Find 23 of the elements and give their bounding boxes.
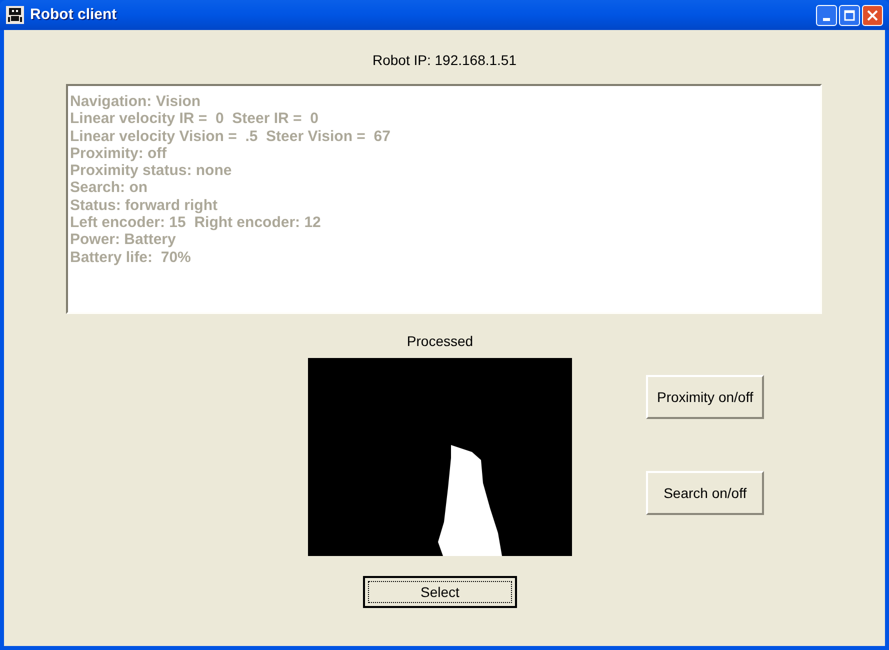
minimize-button[interactable] — [816, 4, 837, 26]
toggle-button[interactable]: Search on/off — [646, 471, 764, 515]
status-line: Linear velocity IR = 0 Steer IR = 0 — [70, 110, 320, 128]
status-line: Search: on — [70, 179, 149, 197]
status-line: Battery life: 70% — [70, 248, 192, 266]
minimize-icon — [823, 18, 830, 20]
status-line: Navigation: Vision — [70, 93, 202, 110]
select-button[interactable]: Select — [363, 576, 517, 608]
status-line: Power: Battery — [70, 231, 177, 249]
maximize-button[interactable] — [839, 4, 860, 26]
ip-label: Robot IP: 192.168.1.51 — [372, 51, 516, 70]
close-button[interactable] — [862, 4, 883, 26]
toggle-button[interactable]: Proximity on/off — [646, 375, 764, 419]
robot-icon — [6, 6, 24, 24]
status-line: Proximity: off — [70, 144, 168, 162]
status-line: Linear velocity Vision = .5 Steer Vision = 67 — [70, 128, 392, 145]
close-icon — [867, 10, 878, 20]
status-line: Left encoder: 15 Right encoder: 12 — [70, 214, 322, 232]
status-line: Proximity status: none — [70, 162, 233, 180]
status-line: Status: forward right — [70, 196, 219, 214]
window-title: Robot client — [30, 4, 117, 25]
maximize-icon — [844, 10, 855, 20]
image-label: Processed — [406, 332, 474, 351]
